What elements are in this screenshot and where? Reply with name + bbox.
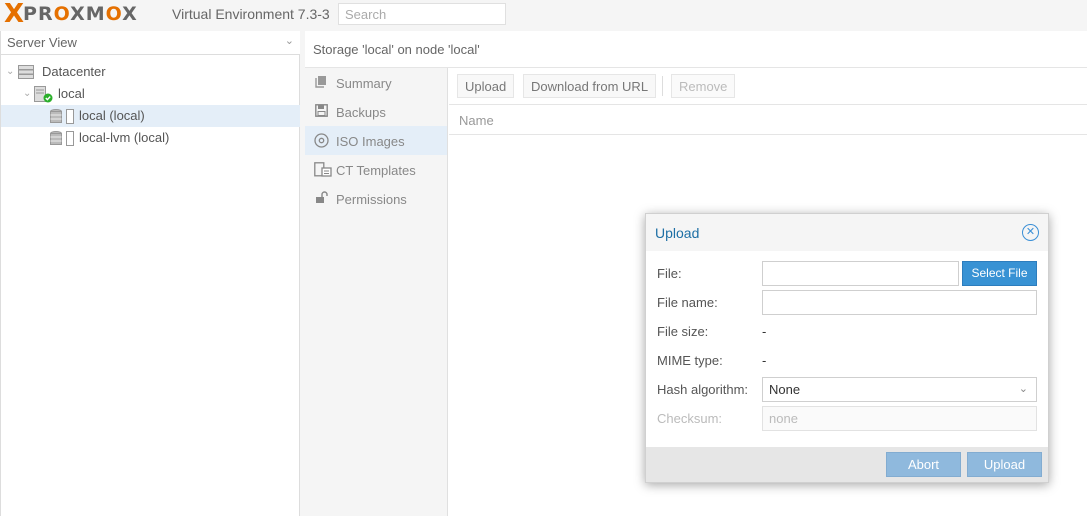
hash-label: Hash algorithm: [657,382,749,397]
select-file-button[interactable]: Select File [962,261,1037,286]
filesize-value: - [762,324,767,339]
storage-nav: Summary Backups ISO Images CT Templates … [305,68,448,516]
nav-item-summary[interactable]: Summary [305,68,447,97]
download-from-url-button[interactable]: Download from URL [523,74,657,98]
logo-part: PR [23,3,54,25]
upload-dialog: Upload ✕ File: Select File File name: Fi… [645,213,1049,483]
hash-row: Hash algorithm: None ⌄ [657,377,1037,402]
upload-button[interactable]: Upload [457,74,515,98]
panel-title-bar: Storage 'local' on node 'local' [305,31,1087,68]
filename-row: File name: [657,290,1037,315]
filename-field[interactable] [762,290,1037,315]
book-icon [314,75,329,90]
version-label: Virtual Environment 7.3-3 [172,6,330,22]
nav-item-ct-templates[interactable]: CT Templates [305,155,447,184]
file-label: File: [657,266,682,281]
top-bar: X PROXMOX Virtual Environment 7.3-3 Sear… [0,0,1087,30]
filesize-row: File size: - [657,319,1037,344]
filesize-label: File size: [657,324,709,339]
storage-icon [50,131,74,149]
unlock-icon [314,191,329,206]
disc-icon [314,133,329,148]
view-selector-value: Server View [7,35,77,50]
dialog-footer: Abort Upload [646,447,1048,482]
nav-item-backups[interactable]: Backups [305,97,447,126]
storage-icon [50,109,74,127]
logo-part: XM [70,3,106,25]
logo-part: O [53,3,71,25]
dialog-header: Upload ✕ [646,214,1048,251]
tree-item-datacenter[interactable]: ⌄ Datacenter [1,61,300,83]
logo-part: O [105,3,123,25]
proxmox-logo: X PROXMOX [4,0,138,29]
page-title: Storage 'local' on node 'local' [313,42,480,57]
file-row: File: Select File [657,261,1037,286]
checksum-row: Checksum: none [657,406,1037,431]
mime-row: MIME type: - [657,348,1037,373]
column-header-name[interactable]: Name [459,113,494,128]
mime-label: MIME type: [657,353,723,368]
nav-item-label: ISO Images [336,134,405,149]
search-input[interactable]: Search [338,3,506,25]
hash-algorithm-select[interactable]: None ⌄ [762,377,1037,402]
tree-item-storage-local[interactable]: local (local) [1,105,300,127]
checksum-field[interactable]: none [762,406,1037,431]
resource-tree: ⌄ Datacenter ⌄ local local (local) local… [1,61,300,149]
nav-item-label: Permissions [336,192,407,207]
chevron-down-icon[interactable]: ⌄ [1019,382,1028,395]
checksum-label: Checksum: [657,411,723,426]
view-selector[interactable]: Server View ⌄ [1,31,300,55]
tree-item-label: local [58,86,85,101]
remove-button[interactable]: Remove [671,74,736,98]
logo-text: PROXMOX [23,2,138,26]
tree-item-label: local-lvm (local) [79,130,170,145]
filename-label: File name: [657,295,718,310]
toolbar-separator [662,76,663,96]
resource-tree-panel: Server View ⌄ ⌄ Datacenter ⌄ local local… [0,31,300,516]
nav-item-label: Backups [336,105,386,120]
floppy-icon [314,104,329,119]
nav-item-iso-images[interactable]: ISO Images [305,126,447,155]
grid-header: Name [449,106,1087,135]
chevron-down-icon[interactable]: ⌄ [6,66,14,77]
nav-item-label: Summary [336,76,392,91]
nav-item-label: CT Templates [336,163,416,178]
datacenter-icon [18,65,34,82]
chevron-down-icon: ⌄ [284,35,294,47]
dialog-upload-button[interactable]: Upload [967,452,1042,477]
tree-item-label: local (local) [79,108,145,123]
hash-algorithm-value: None [769,382,801,397]
logo-part: X [122,3,138,25]
chevron-down-icon[interactable]: ⌄ [23,88,31,99]
template-icon [314,162,332,177]
abort-button[interactable]: Abort [886,452,961,477]
dialog-body: File: Select File File name: File size: … [646,251,1048,447]
nav-item-permissions[interactable]: Permissions [305,184,447,213]
tree-item-storage-local-lvm[interactable]: local-lvm (local) [1,127,300,149]
dialog-title: Upload [655,225,700,241]
mime-value: - [762,353,767,368]
tree-item-label: Datacenter [42,64,106,79]
tree-item-node-local[interactable]: ⌄ local [1,83,300,105]
file-field[interactable] [762,261,959,286]
logo-x: X [4,0,24,29]
toolbar: Upload Download from URL Remove [449,68,1087,105]
close-icon[interactable]: ✕ [1022,224,1039,241]
node-online-icon [34,86,53,106]
